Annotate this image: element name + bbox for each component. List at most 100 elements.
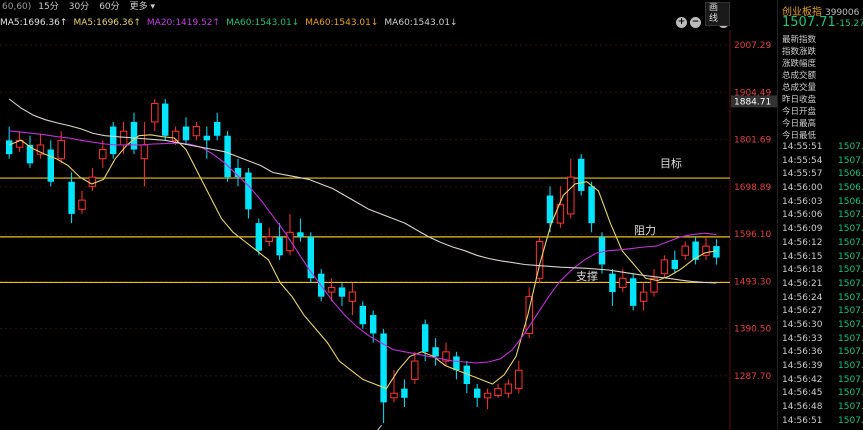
period-prefix: 60,60)	[2, 2, 32, 12]
tick-time: 14:56:00	[782, 183, 823, 194]
candle-body	[473, 388, 481, 398]
tick-row: 14:56:00 1506.9	[778, 182, 863, 196]
tick-price: 1507.6	[838, 142, 863, 152]
candle-body	[483, 392, 492, 399]
kline-svg[interactable]: 2007.291904.491801.691698.891596.101493.…	[0, 0, 777, 430]
tick-row: 14:56:33 1507.4	[778, 333, 863, 347]
tick-row: 14:56:03 1506.9	[778, 196, 863, 210]
tick-price: 1507.2	[838, 319, 863, 330]
tick-price: 1507.0	[838, 292, 863, 303]
tick-row: 14:55:57 1506.9	[778, 168, 863, 182]
candle-body	[619, 277, 627, 288]
candle-body	[151, 103, 159, 123]
candle-body	[494, 388, 502, 397]
tick-price: 1507.2	[838, 347, 863, 358]
tick-list[interactable]: 14:55:51 1507.6 14:55:54 1507.7 14:55:57 1506…	[778, 141, 863, 428]
tab-15min[interactable]: 15分	[33, 0, 63, 14]
tick-price: 1507.3	[838, 361, 863, 371]
current-price-label: 1884.71	[734, 97, 771, 107]
candle-body	[88, 176, 97, 187]
index-change: -15.27	[836, 19, 863, 29]
tick-time: 14:56:36	[782, 347, 823, 358]
tick-price: 1506.9	[838, 196, 863, 207]
candle-body	[713, 246, 720, 258]
tick-row: 14:56:27 1507.0	[778, 305, 863, 319]
tick-row: 14:56:45 1507.5	[778, 387, 863, 401]
tick-price: 1507.3	[838, 265, 863, 276]
stats-list: 最新指数 指数涨跌 涨跌幅度 总成交额 总成交量 昨日收盘 今日开盘 今日最高 …	[782, 34, 816, 142]
candle-body	[182, 126, 190, 141]
tick-time: 14:56:45	[782, 388, 823, 399]
draw-line-button[interactable]: 画线	[705, 2, 730, 26]
tab-30min[interactable]: 30分	[64, 0, 94, 14]
price-axis-label: 1596.10	[734, 230, 771, 240]
candle-body	[525, 296, 533, 334]
tick-row: 14:55:54 1507.7	[778, 155, 863, 169]
candle-body	[588, 186, 595, 224]
period-tabbar: 60,60) 15分 30分 60分 更多 ▾	[0, 0, 160, 14]
min-price-pointer	[377, 424, 382, 430]
candle-body	[629, 278, 637, 306]
zoom-in-icon[interactable]: +	[676, 17, 687, 28]
tab-60min[interactable]: 60分	[94, 0, 124, 14]
candle-body	[504, 383, 513, 394]
candle-body	[265, 236, 273, 242]
candle-body	[401, 388, 408, 398]
candle-body	[369, 315, 377, 334]
candle-body	[421, 324, 429, 352]
tick-time: 14:55:57	[782, 169, 823, 180]
tick-time: 14:56:42	[782, 374, 823, 385]
tick-time: 14:56:18	[782, 265, 823, 276]
tick-row: 14:56:36 1507.2	[778, 346, 863, 360]
tick-time: 14:56:03	[782, 196, 823, 207]
candle-body	[99, 149, 107, 160]
candle-body	[109, 126, 117, 155]
candle-body	[161, 103, 169, 136]
tick-row: 14:56:51 1507.6	[778, 415, 863, 429]
tick-time: 14:56:12	[782, 237, 823, 248]
zoom-out-icon[interactable]: −	[690, 17, 701, 28]
tick-time: 14:55:54	[782, 155, 823, 166]
tick-time: 14:56:15	[782, 251, 823, 262]
stat-label: 昨日收盘	[782, 95, 817, 105]
candle-body	[598, 236, 606, 265]
candle-body	[639, 291, 648, 302]
candle-body	[609, 273, 616, 293]
ma-line-ma5	[9, 134, 717, 390]
candle-body	[660, 259, 669, 275]
candle-body	[338, 287, 346, 297]
candle-body	[203, 135, 211, 141]
tick-row: 14:56:09 1507.0	[778, 223, 863, 237]
candle-body	[577, 158, 585, 191]
candle-body	[453, 356, 460, 371]
tick-row: 14:56:21 1507.1	[778, 278, 863, 292]
ma-indicator-row: MA5:1696.36↑ MA5:1696.36↑ MA20:1419.52↑ …	[0, 17, 458, 30]
price-axis-label: 1287.70	[734, 372, 771, 382]
tick-time: 14:56:06	[782, 210, 823, 221]
candle-body	[255, 223, 263, 251]
tick-time: 14:56:27	[782, 306, 823, 317]
kline-chart[interactable]: 2007.29 1904.49 1801.69 1698.89 1596.10 1493.…	[0, 0, 777, 430]
tick-time: 14:55:51	[782, 142, 823, 152]
candle-body	[297, 232, 304, 237]
candle-body	[224, 135, 231, 178]
tick-price: 1507.5	[838, 388, 863, 399]
candle-body	[140, 144, 149, 160]
support-annotation: 支撑	[576, 269, 598, 283]
tab-more[interactable]: 更多 ▾	[125, 0, 160, 14]
tick-row: 14:56:39 1507.3	[778, 360, 863, 374]
price-axis-label: 1390.50	[734, 325, 771, 335]
candle-body	[5, 140, 13, 155]
price-axis-label: 1698.89	[734, 183, 771, 193]
tick-time: 14:56:48	[782, 402, 823, 413]
tick-row: 14:56:12 1507.0	[778, 237, 863, 251]
stat-label: 总成交额	[782, 71, 817, 81]
candle-body	[213, 121, 221, 136]
ma-indicator-1: MA5:1696.36↑	[0, 18, 68, 28]
candle-body	[681, 245, 689, 256]
target-annotation: 目标	[660, 156, 682, 170]
tick-row: 14:56:30 1507.2	[778, 319, 863, 333]
stat-label: 指数涨跌	[782, 47, 817, 57]
quote-panel: 创业板指 399006 1507.71 -15.27 最新指数 指数涨跌 涨跌幅度…	[777, 0, 863, 430]
ma-indicator-3: MA20:1419.52↑	[146, 18, 221, 28]
